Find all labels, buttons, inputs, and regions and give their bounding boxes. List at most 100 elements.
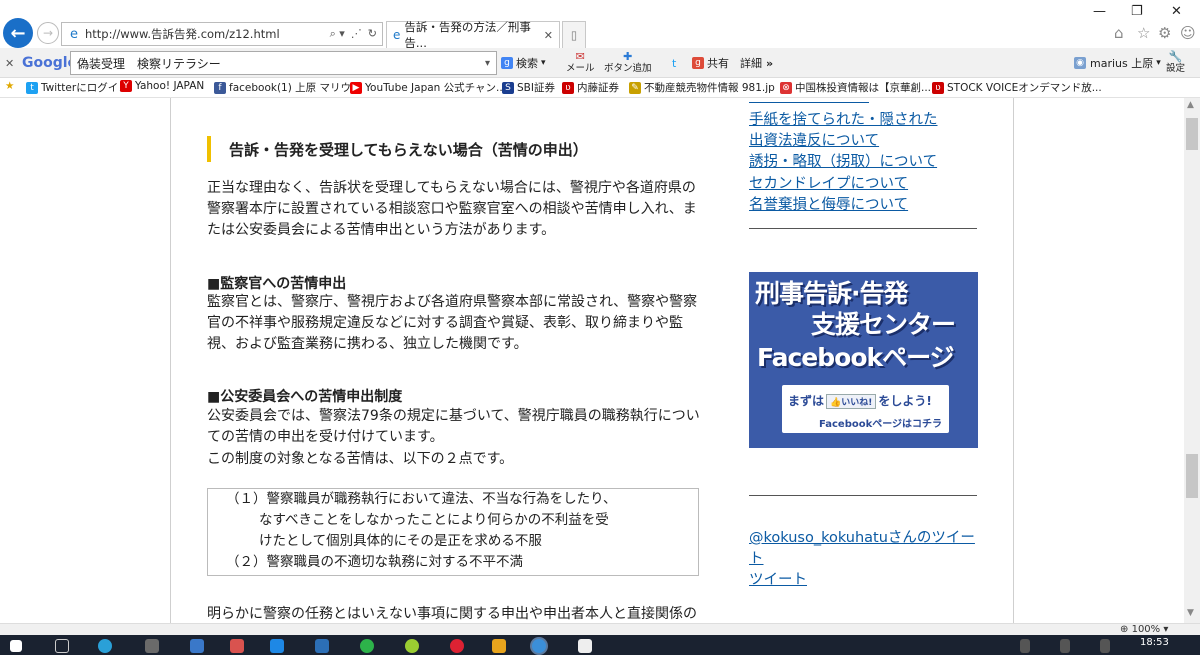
content-border-right <box>1013 98 1014 623</box>
tweet-button[interactable]: ツイート <box>749 568 807 589</box>
tray-icon[interactable] <box>1020 639 1030 653</box>
ie-taskbar-icon[interactable] <box>532 639 546 653</box>
app-icon[interactable] <box>405 639 419 653</box>
sidebar-link[interactable]: 手紙を捨てられた・隠された <box>749 108 938 129</box>
title-bar: ← → e http://www.告訴告発.com/z12.html ⌕ ▾ ⋰… <box>0 0 1200 50</box>
restore-icon[interactable]: ❐ <box>1131 4 1143 19</box>
like-cta-box: まずは 👍いいね! をしよう! Facebookページはコチラ <box>782 385 949 433</box>
favorite-item[interactable]: ʋ STOCK VOICEオンデマンド放... <box>932 80 1102 95</box>
smiley-feedback-icon[interactable]: ☺ <box>1180 24 1196 42</box>
tools-gear-icon[interactable]: ⚙ <box>1158 24 1171 42</box>
minimize-icon[interactable]: — <box>1093 4 1106 19</box>
favorite-item[interactable]: ⊗ 中国株投資情報は【京華創... <box>780 80 931 95</box>
start-windows-icon[interactable] <box>10 640 22 652</box>
forward-button[interactable]: → <box>37 22 59 44</box>
new-tab-button[interactable]: ▯ <box>562 21 586 48</box>
favicon-icon: ʋ <box>562 81 574 94</box>
cta-text: まずは <box>788 394 825 408</box>
address-bar[interactable]: e http://www.告訴告発.com/z12.html ⌕ ▾ ⋰ ↻ <box>61 22 383 46</box>
scroll-thumb[interactable] <box>1186 454 1198 498</box>
favorite-item[interactable]: ʋ 内藤証券 <box>562 80 619 95</box>
tweets-link[interactable]: ト <box>749 547 764 568</box>
back-button[interactable]: ← <box>3 18 33 48</box>
twitter-icon[interactable]: t <box>672 48 676 78</box>
google-logo: Google <box>22 55 78 71</box>
facebook-banner[interactable]: 刑事告訴·告発 支援センター Facebookページ まずは 👍いいね! をしよう!… <box>749 272 978 448</box>
app-icon[interactable] <box>190 639 204 653</box>
tab-active[interactable]: e 告訴・告発の方法／刑事告... ✕ <box>386 20 560 50</box>
google-g-icon: g <box>501 57 513 69</box>
ie-tab-icon: e <box>393 28 401 42</box>
favorite-label: facebook(1) 上原 マリウス <box>229 82 362 94</box>
tab-close-icon[interactable]: ✕ <box>544 29 553 42</box>
add-button[interactable]: ✚ ボタン追加 <box>604 48 652 78</box>
favorite-item[interactable]: ✎ 不動産競売物件情報 981.jp <box>629 80 775 95</box>
toolbar-close-icon[interactable]: ✕ <box>5 48 14 78</box>
share-button[interactable]: g 共有 <box>692 48 729 78</box>
zoom-value: 100% <box>1131 624 1161 635</box>
sidebar-link-cut <box>749 98 929 104</box>
home-icon[interactable]: ⌂ <box>1114 24 1124 42</box>
dropbox-icon[interactable] <box>270 639 284 653</box>
favorite-item[interactable]: S SBI証券 <box>502 80 555 95</box>
mail-button[interactable]: ✉ メール <box>566 48 595 78</box>
scroll-down-icon[interactable]: ▼ <box>1187 608 1194 618</box>
vertical-scrollbar[interactable]: ▲ ▼ <box>1184 98 1200 623</box>
address-url: http://www.告訴告発.com/z12.html <box>85 27 280 41</box>
sidebar-link[interactable]: 出資法違反について <box>749 129 879 150</box>
sidebar-link[interactable]: 名誉棄損と侮辱について <box>749 193 908 214</box>
google-search-input[interactable]: 偽装受理 検察リテラシー ▾ <box>70 51 497 75</box>
back-arrow-icon: ← <box>10 22 26 44</box>
google-search-button[interactable]: g 検索 ▾ <box>501 48 546 78</box>
details-button[interactable]: 詳細 <box>740 48 762 78</box>
app-icon[interactable] <box>360 639 374 653</box>
magnifier-icon: ⊕ <box>1120 624 1129 635</box>
tray-icon[interactable] <box>1100 639 1110 653</box>
refresh-icon[interactable]: ↻ <box>368 27 377 41</box>
favicon-icon: ⊗ <box>780 81 792 94</box>
app-icon[interactable] <box>450 639 464 653</box>
subsection-body: 監察官とは、警察庁、警視庁および各道府県警察本部に常設され、警察や警察官の不祥事… <box>207 294 698 352</box>
search-button-label: 検索 <box>516 57 538 70</box>
user-account[interactable]: ◉ marius 上原 ▾ <box>1074 48 1161 78</box>
app-icon[interactable] <box>145 639 159 653</box>
browser-window: ← → e http://www.告訴告発.com/z12.html ⌕ ▾ ⋰… <box>0 0 1200 655</box>
box-line: （１）警察職員が職務執行において違法、不当な行為をしたり、 <box>226 491 617 507</box>
favorite-label: Yahoo! JAPAN <box>135 80 205 92</box>
add-button-label: ボタン追加 <box>604 63 652 74</box>
app-icon[interactable] <box>315 639 329 653</box>
subsection-body: 公安委員会では、警察法79条の規定に基づいて、警視庁職員の職務執行についての苦情… <box>207 408 700 445</box>
app-icon[interactable] <box>230 639 244 653</box>
subsection-body: この制度の対象となる苦情は、以下の２点です。 <box>207 451 514 467</box>
chevron-down-icon[interactable]: ▾ <box>485 58 490 69</box>
sidebar-link[interactable]: セカンドレイプについて <box>749 172 908 193</box>
tray-icon[interactable] <box>1060 639 1070 653</box>
sidebar-link[interactable]: 誘拐・略取（拐取）について <box>749 150 937 171</box>
favorite-item[interactable]: f facebook(1) 上原 マリウス <box>214 80 362 95</box>
clock[interactable]: 18:53 <box>1140 637 1169 648</box>
cta-subtext: Facebookページはコチラ <box>819 419 943 430</box>
compat-view-icon[interactable]: ⋰ <box>351 27 362 41</box>
favorites-star-icon[interactable]: ☆ <box>1137 24 1150 42</box>
favorite-label: STOCK VOICEオンデマンド放... <box>947 82 1102 94</box>
close-window-icon[interactable]: ✕ <box>1171 4 1182 19</box>
divider <box>749 228 977 229</box>
favorites-star-icon[interactable]: ★ <box>5 80 14 92</box>
tweets-link[interactable]: @kokuso_kokuhatuさんのツイー <box>749 526 975 547</box>
favorite-item[interactable]: t Twitterにログイン <box>26 80 129 95</box>
favorite-label: 中国株投資情報は【京華創... <box>795 82 932 94</box>
zoom-level[interactable]: ⊕ 100% ▾ <box>1120 624 1168 635</box>
app-icon[interactable] <box>492 639 506 653</box>
search-dropdown-icon[interactable]: ⌕ ▾ <box>330 27 345 41</box>
task-view-icon[interactable] <box>55 639 69 653</box>
favorite-item[interactable]: ▶ YouTube Japan 公式チャン... <box>350 80 506 95</box>
more-chevron-icon[interactable]: » <box>766 48 773 78</box>
scroll-up-icon[interactable]: ▲ <box>1187 100 1194 110</box>
favorite-label: SBI証券 <box>517 82 555 94</box>
app-icon[interactable] <box>578 639 592 653</box>
edge-icon[interactable] <box>98 639 112 653</box>
mail-label: メール <box>566 63 595 74</box>
settings-button[interactable]: 🔧 設定 <box>1166 48 1185 78</box>
favorite-item[interactable]: Y Yahoo! JAPAN <box>120 80 204 92</box>
cta-text: をしよう! <box>878 394 932 408</box>
